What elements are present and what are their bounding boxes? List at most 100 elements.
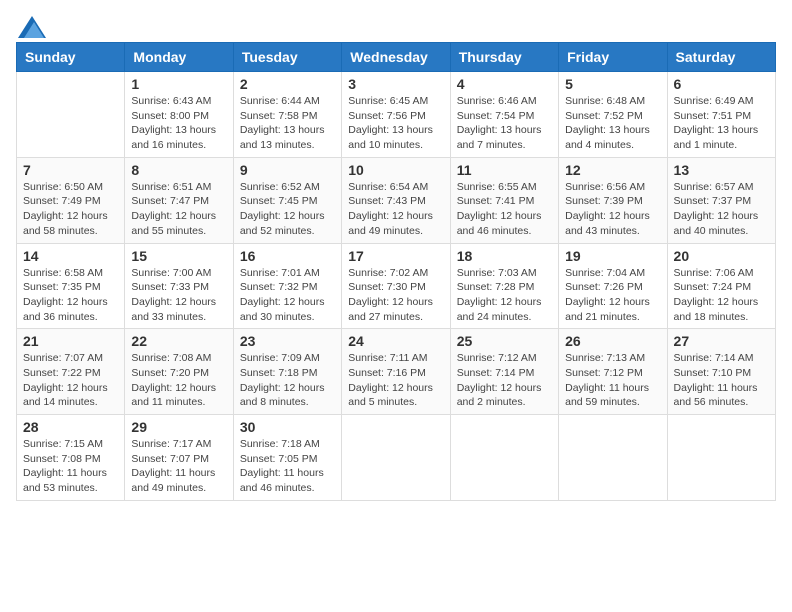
calendar-cell: 9 Sunrise: 6:52 AM Sunset: 7:45 PM Daylig…: [233, 157, 341, 243]
day-number: 9: [240, 162, 335, 178]
calendar-cell: 12 Sunrise: 6:56 AM Sunset: 7:39 PM Dayli…: [559, 157, 667, 243]
calendar-cell: 3 Sunrise: 6:45 AM Sunset: 7:56 PM Daylig…: [342, 72, 450, 158]
day-info: Sunrise: 6:45 AM Sunset: 7:56 PM Dayligh…: [348, 94, 443, 153]
day-info: Sunrise: 7:12 AM Sunset: 7:14 PM Dayligh…: [457, 351, 552, 410]
calendar-cell: [17, 72, 125, 158]
day-number: 15: [131, 248, 226, 264]
day-number: 6: [674, 76, 769, 92]
day-info: Sunrise: 6:57 AM Sunset: 7:37 PM Dayligh…: [674, 180, 769, 239]
day-info: Sunrise: 7:02 AM Sunset: 7:30 PM Dayligh…: [348, 266, 443, 325]
day-number: 13: [674, 162, 769, 178]
day-info: Sunrise: 7:01 AM Sunset: 7:32 PM Dayligh…: [240, 266, 335, 325]
calendar-cell: 18 Sunrise: 7:03 AM Sunset: 7:28 PM Dayli…: [450, 243, 558, 329]
calendar-cell: 25 Sunrise: 7:12 AM Sunset: 7:14 PM Dayli…: [450, 329, 558, 415]
calendar-cell: 14 Sunrise: 6:58 AM Sunset: 7:35 PM Dayli…: [17, 243, 125, 329]
day-of-week-header: Monday: [125, 43, 233, 72]
day-info: Sunrise: 7:13 AM Sunset: 7:12 PM Dayligh…: [565, 351, 660, 410]
day-info: Sunrise: 7:06 AM Sunset: 7:24 PM Dayligh…: [674, 266, 769, 325]
day-number: 7: [23, 162, 118, 178]
calendar-week-row: 28 Sunrise: 7:15 AM Sunset: 7:08 PM Dayli…: [17, 415, 776, 501]
day-info: Sunrise: 6:43 AM Sunset: 8:00 PM Dayligh…: [131, 94, 226, 153]
calendar-header-row: SundayMondayTuesdayWednesdayThursdayFrid…: [17, 43, 776, 72]
calendar-cell: 1 Sunrise: 6:43 AM Sunset: 8:00 PM Daylig…: [125, 72, 233, 158]
day-number: 21: [23, 333, 118, 349]
day-number: 26: [565, 333, 660, 349]
day-number: 17: [348, 248, 443, 264]
day-number: 12: [565, 162, 660, 178]
day-number: 4: [457, 76, 552, 92]
day-info: Sunrise: 7:15 AM Sunset: 7:08 PM Dayligh…: [23, 437, 118, 496]
calendar-week-row: 14 Sunrise: 6:58 AM Sunset: 7:35 PM Dayli…: [17, 243, 776, 329]
day-number: 28: [23, 419, 118, 435]
calendar-cell: 2 Sunrise: 6:44 AM Sunset: 7:58 PM Daylig…: [233, 72, 341, 158]
calendar-cell: 8 Sunrise: 6:51 AM Sunset: 7:47 PM Daylig…: [125, 157, 233, 243]
day-number: 2: [240, 76, 335, 92]
day-info: Sunrise: 6:52 AM Sunset: 7:45 PM Dayligh…: [240, 180, 335, 239]
calendar-cell: 13 Sunrise: 6:57 AM Sunset: 7:37 PM Dayli…: [667, 157, 775, 243]
day-number: 16: [240, 248, 335, 264]
day-info: Sunrise: 7:03 AM Sunset: 7:28 PM Dayligh…: [457, 266, 552, 325]
day-info: Sunrise: 7:04 AM Sunset: 7:26 PM Dayligh…: [565, 266, 660, 325]
calendar-cell: 21Sunrise: 7:07 AM Sunset: 7:22 PM Dayli…: [17, 329, 125, 415]
calendar-table: SundayMondayTuesdayWednesdayThursdayFrid…: [16, 42, 776, 501]
day-info: Sunrise: 6:58 AM Sunset: 7:35 PM Dayligh…: [23, 266, 118, 325]
day-info: Sunrise: 6:56 AM Sunset: 7:39 PM Dayligh…: [565, 180, 660, 239]
calendar-cell: 16 Sunrise: 7:01 AM Sunset: 7:32 PM Dayli…: [233, 243, 341, 329]
calendar-cell: 30 Sunrise: 7:18 AM Sunset: 7:05 PM Dayli…: [233, 415, 341, 501]
calendar-cell: 17 Sunrise: 7:02 AM Sunset: 7:30 PM Dayli…: [342, 243, 450, 329]
calendar-cell: 11 Sunrise: 6:55 AM Sunset: 7:41 PM Dayli…: [450, 157, 558, 243]
day-number: 3: [348, 76, 443, 92]
calendar-cell: 27 Sunrise: 7:14 AM Sunset: 7:10 PM Dayli…: [667, 329, 775, 415]
day-info: Sunrise: 7:18 AM Sunset: 7:05 PM Dayligh…: [240, 437, 335, 496]
day-info: Sunrise: 6:51 AM Sunset: 7:47 PM Dayligh…: [131, 180, 226, 239]
day-number: 10: [348, 162, 443, 178]
day-number: 5: [565, 76, 660, 92]
calendar-cell: 20 Sunrise: 7:06 AM Sunset: 7:24 PM Dayli…: [667, 243, 775, 329]
calendar-cell: 7Sunrise: 6:50 AM Sunset: 7:49 PM Daylig…: [17, 157, 125, 243]
calendar-cell: [667, 415, 775, 501]
day-info: Sunrise: 6:44 AM Sunset: 7:58 PM Dayligh…: [240, 94, 335, 153]
day-number: 14: [23, 248, 118, 264]
day-number: 23: [240, 333, 335, 349]
day-number: 1: [131, 76, 226, 92]
day-number: 30: [240, 419, 335, 435]
day-of-week-header: Tuesday: [233, 43, 341, 72]
page-header: [16, 16, 776, 34]
calendar-week-row: 21Sunrise: 7:07 AM Sunset: 7:22 PM Dayli…: [17, 329, 776, 415]
day-info: Sunrise: 7:17 AM Sunset: 7:07 PM Dayligh…: [131, 437, 226, 496]
calendar-cell: 23 Sunrise: 7:09 AM Sunset: 7:18 PM Dayli…: [233, 329, 341, 415]
calendar-cell: 26 Sunrise: 7:13 AM Sunset: 7:12 PM Dayli…: [559, 329, 667, 415]
calendar-cell: 6 Sunrise: 6:49 AM Sunset: 7:51 PM Daylig…: [667, 72, 775, 158]
calendar-week-row: 1 Sunrise: 6:43 AM Sunset: 8:00 PM Daylig…: [17, 72, 776, 158]
calendar-cell: [450, 415, 558, 501]
day-number: 25: [457, 333, 552, 349]
day-number: 22: [131, 333, 226, 349]
day-info: Sunrise: 7:08 AM Sunset: 7:20 PM Dayligh…: [131, 351, 226, 410]
day-of-week-header: Friday: [559, 43, 667, 72]
calendar-cell: 4 Sunrise: 6:46 AM Sunset: 7:54 PM Daylig…: [450, 72, 558, 158]
logo: [16, 16, 46, 34]
day-of-week-header: Wednesday: [342, 43, 450, 72]
calendar-cell: [559, 415, 667, 501]
day-info: Sunrise: 6:54 AM Sunset: 7:43 PM Dayligh…: [348, 180, 443, 239]
day-info: Sunrise: 6:55 AM Sunset: 7:41 PM Dayligh…: [457, 180, 552, 239]
day-number: 27: [674, 333, 769, 349]
day-number: 8: [131, 162, 226, 178]
day-number: 18: [457, 248, 552, 264]
day-number: 11: [457, 162, 552, 178]
calendar-cell: 19Sunrise: 7:04 AM Sunset: 7:26 PM Dayli…: [559, 243, 667, 329]
day-of-week-header: Thursday: [450, 43, 558, 72]
day-of-week-header: Sunday: [17, 43, 125, 72]
day-info: Sunrise: 7:14 AM Sunset: 7:10 PM Dayligh…: [674, 351, 769, 410]
calendar-cell: 28 Sunrise: 7:15 AM Sunset: 7:08 PM Dayli…: [17, 415, 125, 501]
day-number: 20: [674, 248, 769, 264]
calendar-cell: 29 Sunrise: 7:17 AM Sunset: 7:07 PM Dayli…: [125, 415, 233, 501]
day-number: 24: [348, 333, 443, 349]
day-info: Sunrise: 6:46 AM Sunset: 7:54 PM Dayligh…: [457, 94, 552, 153]
calendar-cell: 10 Sunrise: 6:54 AM Sunset: 7:43 PM Dayli…: [342, 157, 450, 243]
calendar-cell: 5Sunrise: 6:48 AM Sunset: 7:52 PM Daylig…: [559, 72, 667, 158]
day-number: 29: [131, 419, 226, 435]
day-info: Sunrise: 6:49 AM Sunset: 7:51 PM Dayligh…: [674, 94, 769, 153]
day-info: Sunrise: 7:11 AM Sunset: 7:16 PM Dayligh…: [348, 351, 443, 410]
day-info: Sunrise: 7:09 AM Sunset: 7:18 PM Dayligh…: [240, 351, 335, 410]
